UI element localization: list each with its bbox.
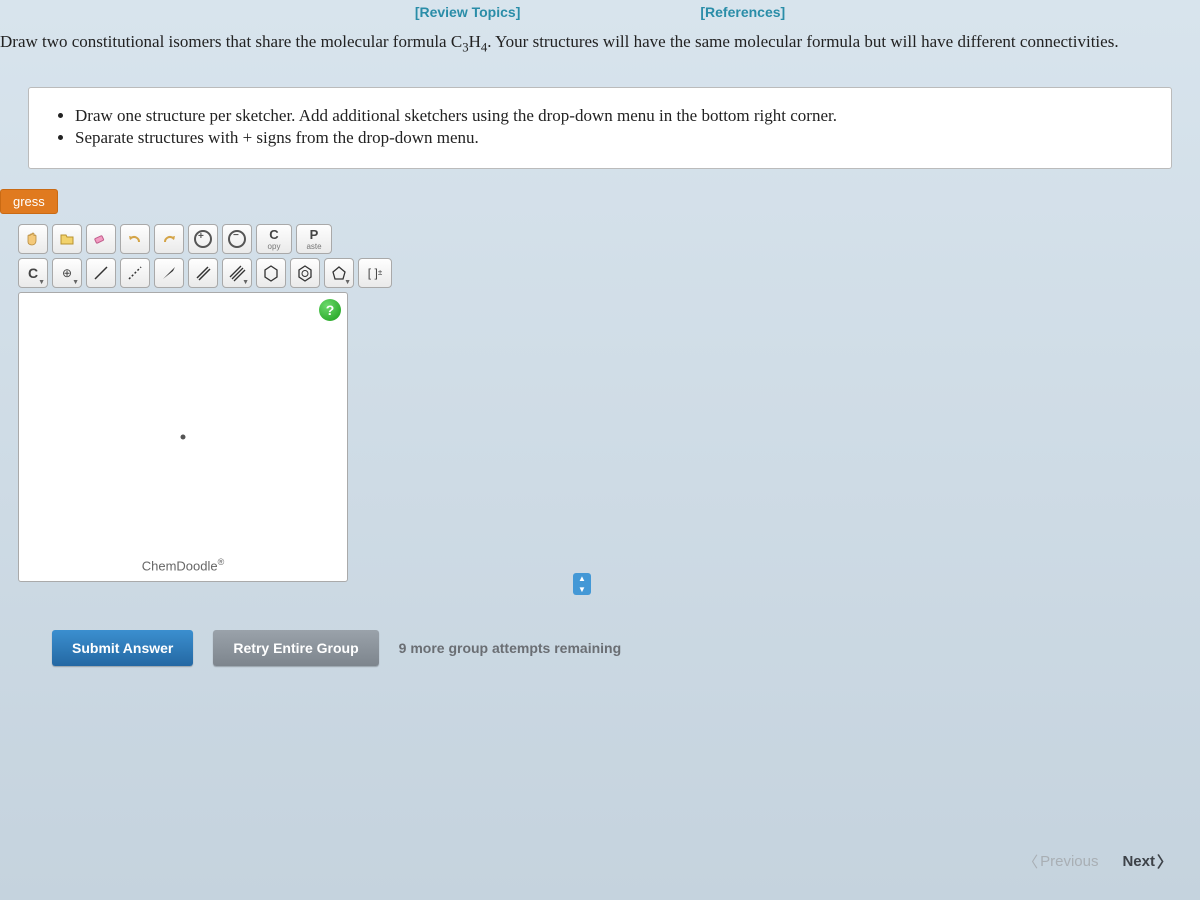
paste-tool[interactable]: P aste: [296, 224, 332, 254]
action-row: Submit Answer Retry Entire Group 9 more …: [52, 630, 1200, 666]
help-button[interactable]: ?: [319, 299, 341, 321]
nav-row: 〈 Previous Next 〉: [1023, 851, 1172, 872]
previous-label: Previous: [1040, 853, 1098, 870]
wedge-bond-tool[interactable]: [154, 258, 184, 288]
chemdoodle-brand: ChemDoodle®: [142, 557, 225, 573]
q-mid: H: [469, 32, 481, 51]
charge-label: ⊕: [62, 266, 72, 280]
zoom-in-tool[interactable]: [188, 224, 218, 254]
review-topics-link[interactable]: [Review Topics]: [415, 4, 521, 20]
bracket-tool[interactable]: [ ]±: [358, 258, 392, 288]
dashed-bond-tool[interactable]: [120, 258, 150, 288]
instruction-panel: Draw one structure per sketcher. Add add…: [28, 87, 1172, 169]
cyclohexane-tool[interactable]: [256, 258, 286, 288]
copy-top: C: [269, 227, 278, 242]
copy-tool[interactable]: C opy: [256, 224, 292, 254]
submit-answer-button[interactable]: Submit Answer: [52, 630, 193, 666]
q-prefix: Draw two constitutional isomers that sha…: [0, 32, 462, 51]
sketcher-canvas[interactable]: ? ChemDoodle®: [18, 292, 348, 582]
references-link[interactable]: [References]: [700, 4, 785, 20]
double-bond-tool[interactable]: [188, 258, 218, 288]
bracket-label: [ ]: [368, 266, 378, 280]
stepper-down-icon: ▼: [573, 584, 591, 595]
instruction-1: Draw one structure per sketcher. Add add…: [75, 106, 1147, 126]
paste-bottom: aste: [306, 242, 321, 251]
toolbar-row-2: C ▼ ⊕ ▼ ▼ ▼: [18, 258, 588, 288]
brand-text: ChemDoodle: [142, 558, 218, 573]
dropdown-icon: ▼: [72, 279, 79, 286]
chevron-left-icon: 〈: [1023, 851, 1038, 872]
cyclopentane-tool[interactable]: ▼: [324, 258, 354, 288]
chevron-right-icon: 〉: [1157, 851, 1172, 872]
single-bond-tool[interactable]: [86, 258, 116, 288]
sketcher-area: C opy P aste C ▼ ⊕ ▼ ▼: [18, 224, 588, 582]
benzene-tool[interactable]: [290, 258, 320, 288]
open-tool[interactable]: [52, 224, 82, 254]
stepper-up-icon: ▲: [573, 573, 591, 584]
q-suffix: . Your structures will have the same mol…: [487, 32, 1118, 51]
canvas-center-dot: [181, 434, 186, 439]
element-tool[interactable]: C ▼: [18, 258, 48, 288]
retry-group-button[interactable]: Retry Entire Group: [213, 630, 378, 666]
erase-tool[interactable]: [86, 224, 116, 254]
next-label: Next: [1122, 853, 1155, 870]
attempts-remaining: 9 more group attempts remaining: [399, 640, 621, 656]
sketcher-count-stepper[interactable]: ▲ ▼: [573, 573, 591, 595]
progress-tab[interactable]: gress: [0, 189, 58, 214]
dropdown-icon: ▼: [344, 279, 351, 286]
toolbar-row-1: C opy P aste: [18, 224, 588, 254]
redo-tool[interactable]: [154, 224, 184, 254]
zoom-out-tool[interactable]: [222, 224, 252, 254]
hand-tool[interactable]: [18, 224, 48, 254]
element-label: C: [28, 265, 38, 281]
paste-top: P: [310, 227, 319, 242]
triple-bond-tool[interactable]: ▼: [222, 258, 252, 288]
dropdown-icon: ▼: [38, 279, 45, 286]
bracket-sup: ±: [378, 268, 382, 277]
undo-tool[interactable]: [120, 224, 150, 254]
brand-reg: ®: [218, 557, 225, 567]
question-text: Draw two constitutional isomers that sha…: [0, 24, 1200, 63]
previous-button[interactable]: 〈 Previous: [1023, 851, 1098, 872]
charge-tool[interactable]: ⊕ ▼: [52, 258, 82, 288]
copy-bottom: opy: [268, 242, 281, 251]
instruction-2: Separate structures with + signs from th…: [75, 128, 1147, 148]
next-button[interactable]: Next 〉: [1122, 851, 1172, 872]
dropdown-icon: ▼: [242, 279, 249, 286]
